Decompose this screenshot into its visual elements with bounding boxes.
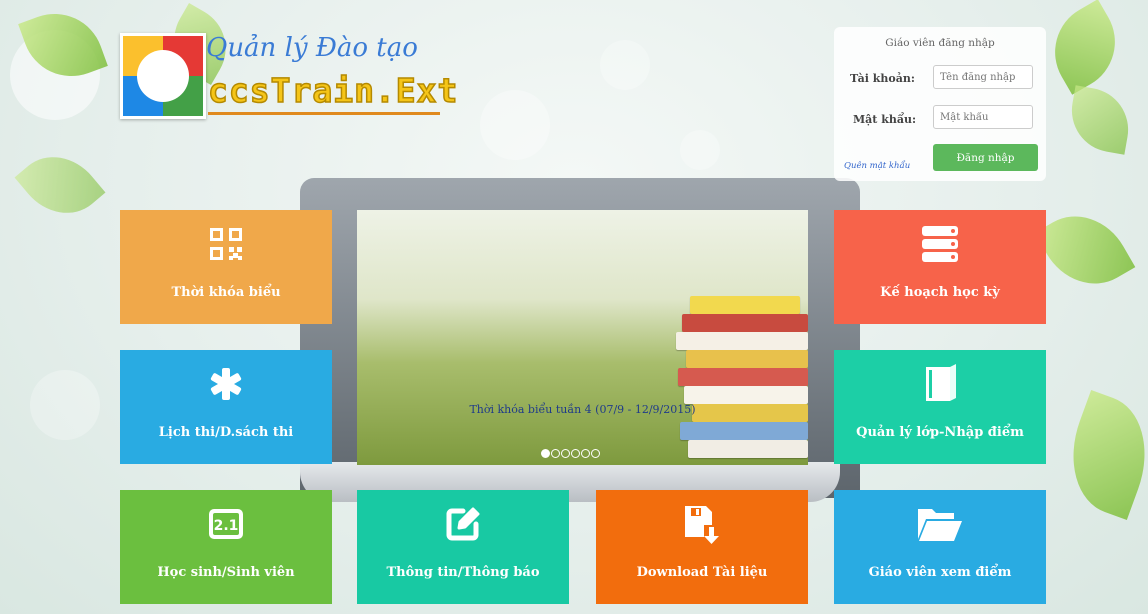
- password-input[interactable]: [933, 105, 1033, 129]
- id-card-icon: 2.1: [120, 502, 332, 546]
- tile-exam-schedule-label: Lịch thi/D.sách thi: [158, 425, 294, 440]
- password-label: Mật khẩu:: [853, 113, 917, 126]
- carousel-dot[interactable]: [551, 449, 560, 458]
- site-logo[interactable]: Quản lý Đào tạo ccsTrain.Ext: [120, 33, 458, 119]
- bokeh-light: [30, 370, 100, 440]
- leaf-decoration: [1034, 197, 1136, 303]
- tile-download-docs-label: Download Tài liệu: [636, 565, 768, 580]
- news-carousel[interactable]: Thời khóa biểu tuần 4 (07/9 - 12/9/2015): [357, 210, 808, 465]
- leaf-decoration: [1065, 85, 1135, 155]
- bokeh-light: [680, 130, 720, 170]
- username-input[interactable]: [933, 65, 1033, 89]
- tile-timetable[interactable]: Thời khóa biểu: [120, 210, 332, 324]
- tile-students[interactable]: 2.1 Học sinh/Sinh viên: [120, 490, 332, 604]
- tile-exam-schedule[interactable]: Lịch thi/D.sách thi: [120, 350, 332, 464]
- username-label: Tài khoản:: [850, 72, 915, 85]
- tile-class-management-label: Quản lý lớp-Nhập điểm: [856, 425, 1024, 440]
- bokeh-light: [480, 90, 550, 160]
- svg-text:2.1: 2.1: [214, 518, 239, 534]
- login-heading: Giáo viên đăng nhập: [885, 37, 995, 49]
- bokeh-light: [600, 40, 650, 90]
- server-stack-icon: [834, 222, 1046, 266]
- carousel-dot[interactable]: [561, 449, 570, 458]
- logo-subtitle: ccsTrain.Ext: [207, 70, 459, 111]
- leaf-decoration: [14, 138, 106, 232]
- book-icon: [834, 362, 1046, 406]
- logo-title: Quản lý Đào tạo: [206, 33, 418, 63]
- books-illustration: [668, 296, 808, 464]
- tile-announcements-label: Thông tin/Thông báo: [386, 565, 540, 580]
- leaf-decoration: [1037, 0, 1133, 95]
- carousel-dot[interactable]: [541, 449, 550, 458]
- logo-badge-icon: [120, 33, 206, 119]
- carousel-dot[interactable]: [581, 449, 590, 458]
- forgot-password-link[interactable]: Quên mật khẩu: [844, 161, 910, 171]
- asterisk-icon: [120, 362, 332, 406]
- edit-icon: [357, 502, 569, 546]
- carousel-dot[interactable]: [571, 449, 580, 458]
- tile-students-label: Học sinh/Sinh viên: [157, 565, 295, 580]
- tile-class-management[interactable]: Quản lý lớp-Nhập điểm: [834, 350, 1046, 464]
- tile-announcements[interactable]: Thông tin/Thông báo: [357, 490, 569, 604]
- tile-timetable-label: Thời khóa biểu: [171, 285, 281, 300]
- tile-download-docs[interactable]: Download Tài liệu: [596, 490, 808, 604]
- qr-code-icon: [120, 222, 332, 266]
- tile-semester-plan-label: Kế hoạch học kỳ: [880, 285, 1000, 300]
- carousel-dot[interactable]: [591, 449, 600, 458]
- leaf-decoration: [1053, 389, 1148, 521]
- folder-open-icon: [834, 502, 1046, 546]
- carousel-indicators: [541, 449, 600, 459]
- tile-semester-plan[interactable]: Kế hoạch học kỳ: [834, 210, 1046, 324]
- teacher-login-panel: Giáo viên đăng nhập Tài khoản: Mật khẩu:…: [834, 27, 1046, 181]
- logo-underline: [208, 112, 440, 115]
- tile-teacher-grades[interactable]: Giáo viên xem điểm: [834, 490, 1046, 604]
- tile-teacher-grades-label: Giáo viên xem điểm: [868, 565, 1012, 580]
- login-button[interactable]: Đăng nhập: [933, 144, 1038, 171]
- carousel-caption[interactable]: Thời khóa biểu tuần 4 (07/9 - 12/9/2015): [357, 403, 808, 416]
- download-save-icon: [596, 502, 808, 546]
